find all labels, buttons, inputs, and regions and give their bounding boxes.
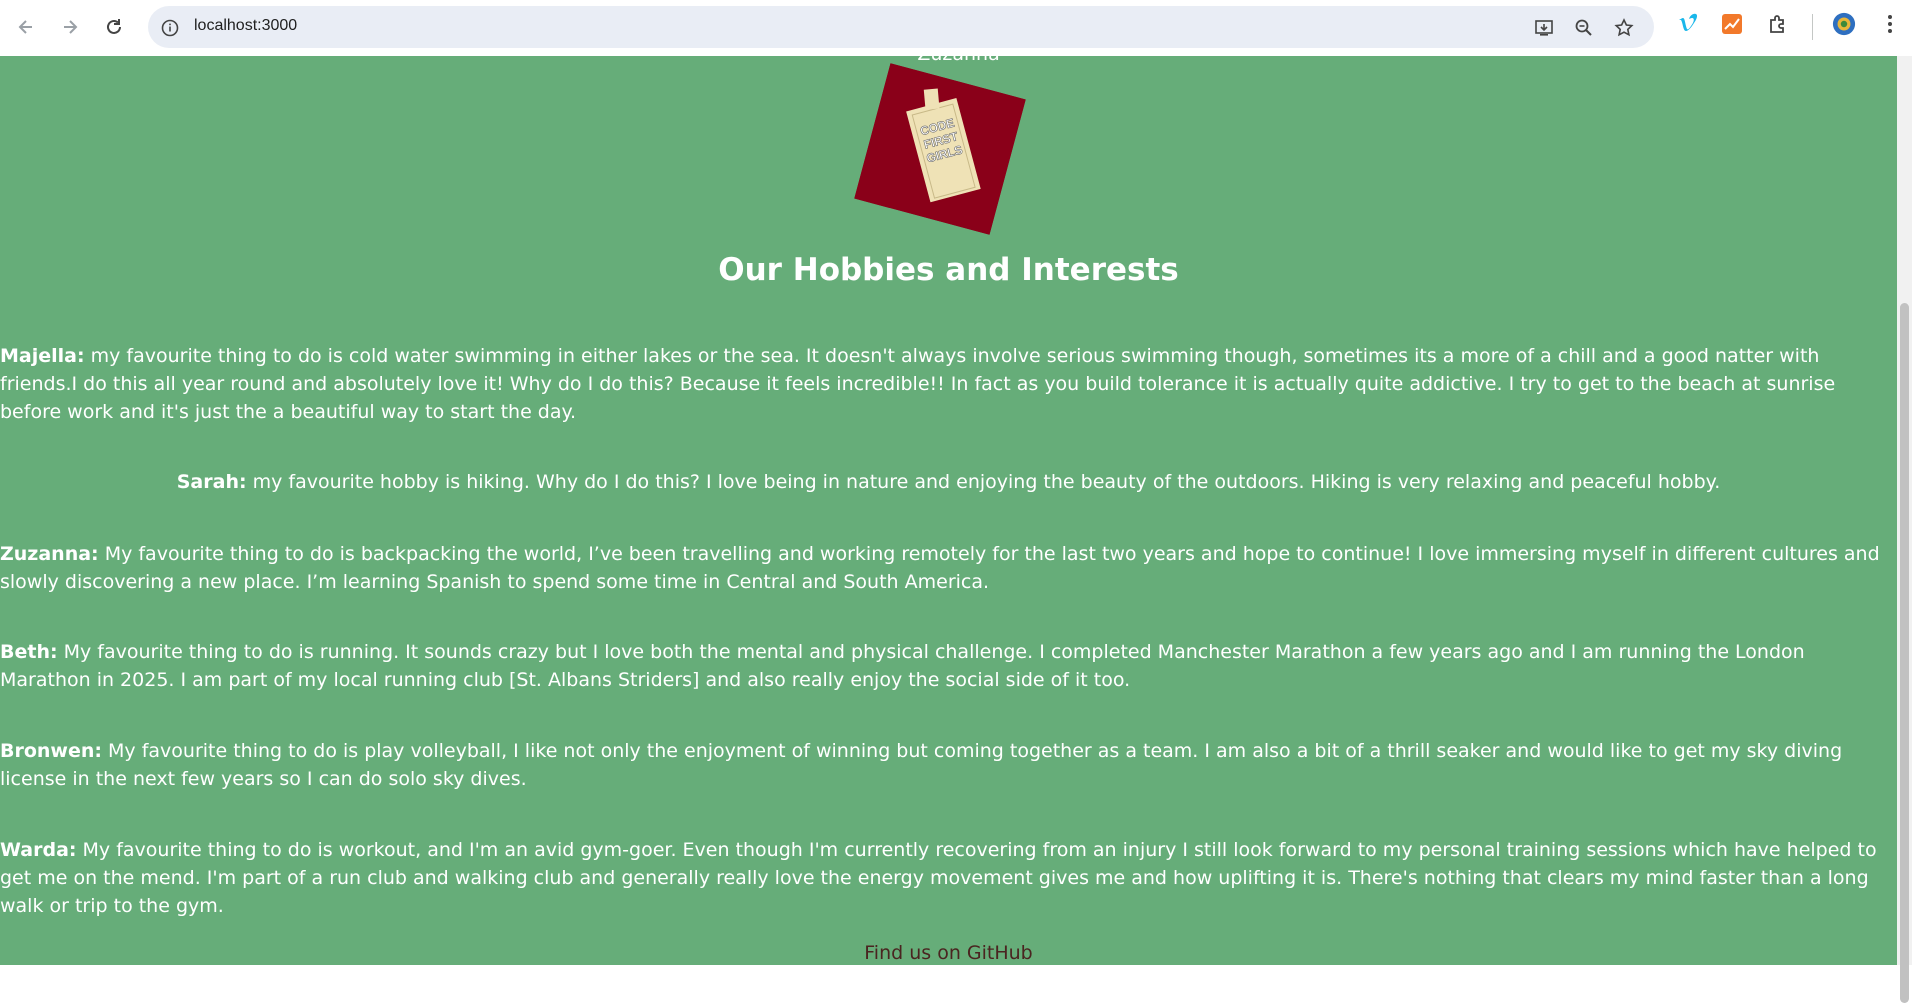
member-name: Zuzanna: [0,543,99,565]
chart-extension-icon[interactable] [1720,12,1744,36]
page-content: • Zuzanna CODE FIRST GIRLS Our Hobbies a… [0,56,1897,965]
member-name: Sarah: [176,471,247,493]
forward-button[interactable] [56,13,84,41]
menu-kebab-icon[interactable] [1878,12,1902,36]
zoom-icon[interactable] [1574,18,1594,38]
hobby-paragraph-warda: Warda: My favourite thing to do is worko… [0,836,1897,920]
hobby-text: My favourite thing to do is workout, and… [0,839,1877,917]
reload-button[interactable] [100,13,128,41]
toolbar-divider [1812,14,1813,40]
bookmark-star-icon[interactable] [1614,18,1634,38]
member-name: Majella: [0,345,85,367]
extensions-puzzle-icon[interactable] [1766,12,1790,36]
hobby-paragraph-zuzanna: Zuzanna: My favourite thing to do is bac… [0,540,1897,596]
vimeo-extension-icon[interactable] [1676,12,1700,36]
profile-avatar-icon[interactable] [1832,12,1856,36]
site-info-icon[interactable] [160,18,180,38]
reload-icon [107,19,121,34]
hobby-text: My favourite thing to do is backpacking … [0,543,1880,593]
hobby-text: my favourite hobby is hiking. Why do I d… [246,471,1721,493]
member-name: Bronwen: [0,740,102,762]
previous-list-item: • Zuzanna [888,56,1000,65]
url-text[interactable]: localhost:3000 [194,17,297,35]
arrow-right-icon [64,20,78,34]
member-name: Beth: [0,641,58,663]
browser-toolbar: localhost:3000 [0,0,1912,57]
arrow-left-icon [18,20,32,34]
page-heading: Our Hobbies and Interests [718,252,1179,288]
code-first-girls-logo: CODE FIRST GIRLS [854,63,1026,235]
hobby-paragraph-sarah: Sarah: my favourite hobby is hiking. Why… [0,468,1897,496]
install-app-icon[interactable] [1534,18,1554,38]
hobby-text: My favourite thing to do is running. It … [0,641,1805,691]
back-button[interactable] [12,13,40,41]
page-scrollbar[interactable] [1897,56,1912,1003]
member-name: Warda: [0,839,77,861]
hobby-paragraph-bronwen: Bronwen: My favourite thing to do is pla… [0,737,1897,793]
address-bar[interactable]: localhost:3000 [148,6,1654,48]
github-link[interactable]: Find us on GitHub [0,942,1897,964]
hobby-paragraph-beth: Beth: My favourite thing to do is runnin… [0,638,1897,694]
logo-image: CODE FIRST GIRLS [854,63,1026,235]
hobby-paragraph-majella: Majella: my favourite thing to do is col… [0,342,1897,426]
hobby-text: My favourite thing to do is play volleyb… [0,740,1843,790]
scrollbar-thumb[interactable] [1900,303,1909,1003]
hobby-text: my favourite thing to do is cold water s… [0,345,1836,423]
